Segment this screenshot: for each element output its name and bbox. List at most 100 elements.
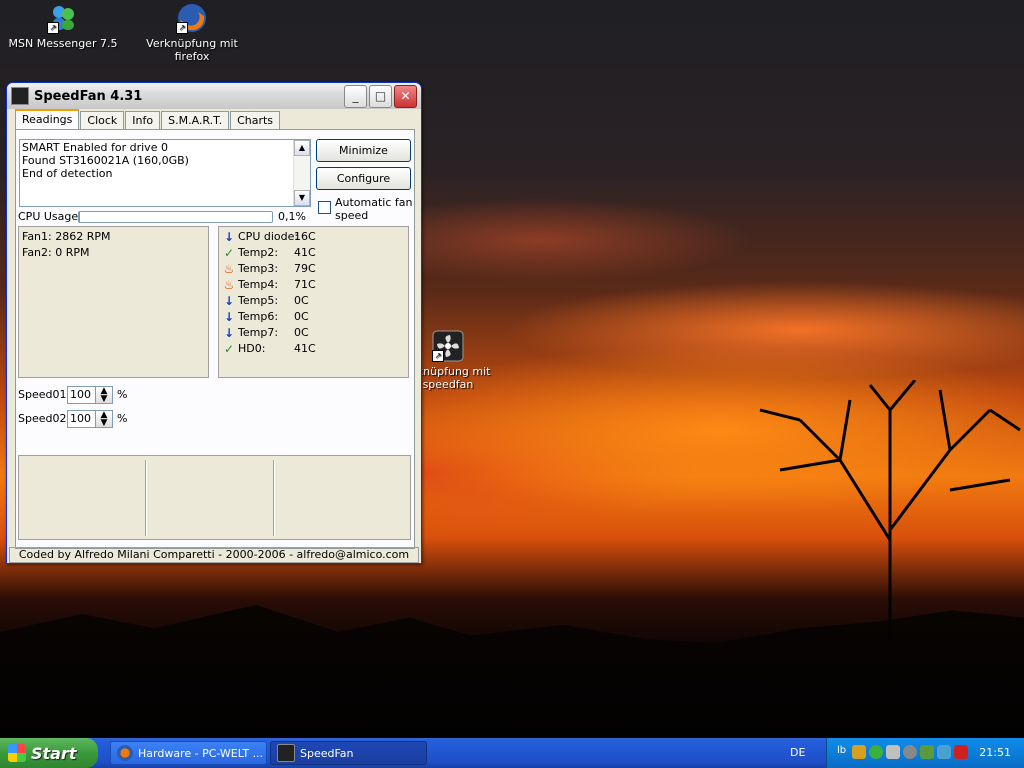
cpu-usage-value: 0,1% [278, 210, 306, 223]
temp-value: 71C [294, 278, 316, 291]
temp-value: 79C [294, 262, 316, 275]
temp-name: CPU diode: [238, 230, 299, 243]
start-label: Start [31, 743, 77, 763]
tab-readings[interactable]: Readings [15, 109, 80, 131]
keys-icon[interactable] [852, 745, 867, 759]
footer-credits: Coded by Alfredo Milani Comparetti - 200… [9, 547, 419, 563]
temp-value: 0C [294, 310, 309, 323]
title-bar[interactable]: SpeedFan 4.31 _ □ ✕ [7, 83, 421, 109]
firefox-icon: ↗ [176, 2, 208, 34]
speed01-spinner[interactable]: ▲ ▼ [95, 386, 113, 404]
tab-charts[interactable]: Charts [230, 111, 281, 130]
language-indicator[interactable]: DE [790, 746, 805, 759]
temp-value: 16C [294, 230, 316, 243]
mini-charts-area [18, 455, 411, 540]
log-scrollbar[interactable]: ▲ ▼ [293, 140, 310, 206]
close-window-button[interactable]: ✕ [394, 84, 417, 108]
speed02-unit: % [117, 412, 128, 425]
temp-name: Temp2: [238, 246, 279, 259]
check-icon: ✓ [223, 342, 235, 356]
down-arrow-icon: ↓ [223, 230, 235, 244]
temp-name: HD0: [238, 342, 266, 355]
log-line: SMART Enabled for drive 0 [22, 141, 168, 154]
spinner-arrows-icon: ▲ ▼ [100, 386, 108, 404]
desktop-icon-label: MSN Messenger 7.5 [8, 37, 118, 50]
chart-divider [273, 460, 275, 536]
shortcut-arrow-icon: ↗ [432, 350, 444, 362]
shortcut-arrow-icon: ↗ [176, 22, 188, 34]
temp-name: Temp6: [238, 310, 279, 323]
taskbar-item-speedfan[interactable]: SpeedFan [270, 741, 427, 765]
flame-icon: ♨ [223, 262, 235, 276]
maximize-window-button[interactable]: □ [369, 84, 392, 108]
speed01-label: Speed01: [18, 388, 71, 401]
tab-strip: Readings Clock Info S.M.A.R.T. Charts [15, 109, 281, 131]
flame-icon: ♨ [223, 278, 235, 292]
app-icon [11, 87, 29, 105]
chart-divider [145, 460, 147, 536]
tab-smart[interactable]: S.M.A.R.T. [161, 111, 230, 130]
log-line: Found ST3160021A (160,0GB) [22, 154, 189, 167]
system-tray: lb 21:51 [826, 738, 1024, 768]
taskbar-item-label: SpeedFan [300, 746, 354, 760]
fan-readings-box: Fan1: 2862 RPM Fan2: 0 RPM [18, 226, 209, 378]
taskbar-item-browser[interactable]: Hardware - PC-WELT ... [110, 741, 267, 765]
down-arrow-icon: ↓ [223, 326, 235, 340]
automatic-fan-speed-label: Automatic fan speed [335, 196, 413, 222]
check-icon: ✓ [223, 246, 235, 260]
firefox-icon [117, 745, 133, 761]
temp-value: 41C [294, 246, 316, 259]
users-icon[interactable] [937, 745, 952, 759]
minimize-icon: _ [352, 88, 359, 103]
minimize-button[interactable]: Minimize [316, 139, 411, 162]
tray-lb-text[interactable]: lb [837, 745, 846, 759]
msn-messenger-icon: ↗ [47, 2, 79, 34]
automatic-fan-speed-checkbox[interactable] [318, 201, 331, 214]
network-icon[interactable] [903, 745, 918, 759]
speedfan-icon: ↗ [432, 330, 464, 362]
readings-panel: SMART Enabled for drive 0 Found ST316002… [15, 129, 415, 549]
log-line: End of detection [22, 167, 113, 180]
shortcut-arrow-icon: ↗ [47, 22, 59, 34]
minimize-window-button[interactable]: _ [344, 84, 367, 108]
scroll-down-button[interactable]: ▼ [294, 190, 310, 206]
desktop-icon-firefox[interactable]: ↗ Verknüpfung mit firefox [137, 2, 247, 63]
temp-value: 41C [294, 342, 316, 355]
desktop-icon-label: Verknüpfung mit firefox [146, 37, 238, 63]
detection-log[interactable]: SMART Enabled for drive 0 Found ST316002… [19, 139, 311, 207]
temp-name: Temp4: [238, 278, 279, 291]
tray-icons: lb [837, 745, 971, 759]
speaker-icon[interactable] [886, 745, 901, 759]
maximize-icon: □ [374, 88, 387, 103]
fan-reading: Fan2: 0 RPM [22, 246, 90, 259]
start-button[interactable]: Start [0, 738, 98, 768]
down-arrow-icon: ↓ [223, 310, 235, 324]
temp-name: Temp3: [238, 262, 279, 275]
temp-value: 0C [294, 326, 309, 339]
configure-button[interactable]: Configure [316, 167, 411, 190]
temp-name: Temp5: [238, 294, 279, 307]
cpu-usage-bar [78, 211, 273, 223]
tab-info[interactable]: Info [125, 111, 161, 130]
speedfan-icon [277, 744, 295, 762]
taskbar-item-label: Hardware - PC-WELT ... [138, 746, 264, 760]
antivirus-icon[interactable] [920, 745, 935, 759]
spinner-arrows-icon: ▲ ▼ [100, 410, 108, 428]
temp-name: Temp7: [238, 326, 279, 339]
log-lines: SMART Enabled for drive 0 Found ST316002… [22, 141, 189, 180]
background-tree [759, 380, 1021, 640]
chevron-down-icon: ▼ [298, 193, 306, 202]
desktop-icon-msn[interactable]: ↗ MSN Messenger 7.5 [8, 2, 118, 50]
temperature-readings-box: ↓ CPU diode: 16C ✓ Temp2: 41C ♨ Temp3: 7… [218, 226, 409, 378]
down-arrow-icon: ↓ [223, 294, 235, 308]
speed01-unit: % [117, 388, 128, 401]
check-shield-icon[interactable] [869, 745, 884, 759]
taskbar: Start Hardware - PC-WELT ... SpeedFan DE… [0, 738, 1024, 768]
speed02-spinner[interactable]: ▲ ▼ [95, 410, 113, 428]
temp-value: 0C [294, 294, 309, 307]
fan-reading: Fan1: 2862 RPM [22, 230, 111, 243]
tab-clock[interactable]: Clock [80, 111, 125, 130]
security-shield-icon[interactable] [954, 745, 969, 759]
scroll-up-button[interactable]: ▲ [294, 140, 310, 156]
clock[interactable]: 21:51 [979, 746, 1011, 759]
